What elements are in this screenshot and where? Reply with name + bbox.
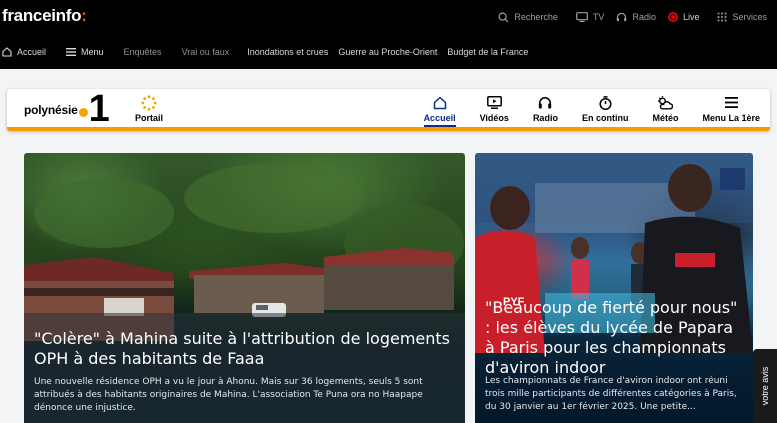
nav-link-label: Enquêtes [123, 47, 162, 57]
region-tab-label: Météo [652, 113, 679, 123]
article-title[interactable]: "Colère" à Mahina suite à l'attribution … [34, 329, 454, 369]
article-card-mahina[interactable]: "Colère" à Mahina suite à l'attribution … [24, 153, 465, 423]
region-tab-radio[interactable]: Radio [533, 95, 558, 125]
article-title[interactable]: "Beaucoup de fierté pour nous" : les élè… [485, 298, 747, 378]
franceinfo-logo[interactable]: franceinfo: [2, 6, 87, 26]
home-icon [2, 47, 12, 57]
region-tab-label: Accueil [423, 113, 456, 127]
region-nav: Accueil Vidéos Radio En continu Météo Me… [400, 95, 760, 127]
home-icon [433, 96, 446, 109]
nav-link-proche-orient[interactable]: Guerre au Proche-Orient [338, 47, 437, 57]
nav-menu[interactable]: Menu [66, 47, 104, 57]
nav-home-label: Accueil [17, 47, 47, 57]
headphones-icon [539, 97, 552, 109]
site-header: franceinfo: Recherche TV Radio Live Serv… [0, 0, 777, 69]
live-icon [667, 12, 678, 22]
live-link[interactable]: Live [667, 12, 700, 22]
region-logo-text: polynésie [24, 103, 78, 117]
tv-link[interactable]: TV [576, 12, 605, 22]
nav-link-label: Guerre au Proche-Orient [338, 47, 438, 57]
region-logo-number: 1 [88, 88, 110, 130]
live-label: Live [682, 12, 700, 22]
services-label: Services [732, 12, 767, 22]
grid-icon [717, 12, 727, 22]
article-card-aviron[interactable]: PYF "Beaucoup de fierté pour nous" : les… [475, 153, 753, 423]
region-tab-label: Radio [532, 113, 558, 123]
nav-link-label: Inondations et crues [247, 47, 329, 57]
region-tab-videos[interactable]: Vidéos [480, 95, 509, 125]
headphones-icon [617, 12, 627, 22]
feedback-tab-label: votre avis [760, 366, 770, 406]
region-tab-label: En continu [581, 113, 629, 123]
region-tab-accueil[interactable]: Accueil [423, 95, 456, 127]
article-description: Une nouvelle résidence OPH a vu le jour … [34, 377, 423, 413]
services-link[interactable]: Services [717, 12, 767, 22]
polynesie-1-logo[interactable]: polynésie 1 [24, 88, 110, 130]
region-tab-en-continu[interactable]: En continu [581, 95, 629, 125]
radio-label: Radio [632, 12, 656, 22]
search-icon [498, 12, 509, 23]
region-tab-menu[interactable]: Menu La 1ère [702, 95, 760, 125]
search-link[interactable]: Recherche [498, 12, 558, 23]
nav-link-label: Vrai ou faux [181, 47, 230, 57]
nav-link-budget[interactable]: Budget de la France [447, 47, 528, 57]
hamburger-icon [724, 97, 738, 108]
nav-link-label: Budget de la France [447, 47, 529, 57]
hamburger-icon [66, 48, 77, 56]
nav-link-vrai-ou-faux[interactable]: Vrai ou faux [182, 47, 230, 57]
tv-label: TV [592, 12, 605, 22]
region-tab-label: Menu La 1ère [702, 113, 760, 123]
stopwatch-icon [599, 95, 612, 110]
radio-link[interactable]: Radio [616, 12, 656, 22]
top-links: Recherche TV Radio Live Services [498, 0, 767, 34]
portail-sun-icon [141, 95, 157, 111]
tv-icon [576, 12, 588, 22]
nav-link-inondations[interactable]: Inondations et crues [247, 47, 328, 57]
article-description: Les championnats de France d'aviron indo… [485, 376, 737, 412]
region-tab-meteo[interactable]: Météo [652, 95, 678, 125]
portail-label: Portail [134, 113, 163, 123]
search-label: Recherche [514, 12, 558, 22]
region-header: polynésie 1 Portail Accueil Vidéos Radio… [7, 89, 770, 131]
logo-text: franceinfo [2, 6, 82, 25]
nav-home[interactable]: Accueil [2, 47, 46, 57]
logo-colon: : [81, 6, 87, 25]
nav-menu-label: Menu [81, 47, 104, 57]
weather-icon [658, 95, 674, 109]
nav-link-enquetes[interactable]: Enquêtes [124, 47, 162, 57]
feedback-tab[interactable]: votre avis [753, 349, 777, 423]
region-tab-label: Vidéos [479, 113, 509, 123]
portail-link[interactable]: Portail [132, 95, 166, 123]
main-nav: Accueil Menu Enquêtes Vrai ou faux Inond… [0, 44, 777, 60]
region-logo-dot [78, 107, 88, 117]
video-icon [486, 96, 502, 109]
